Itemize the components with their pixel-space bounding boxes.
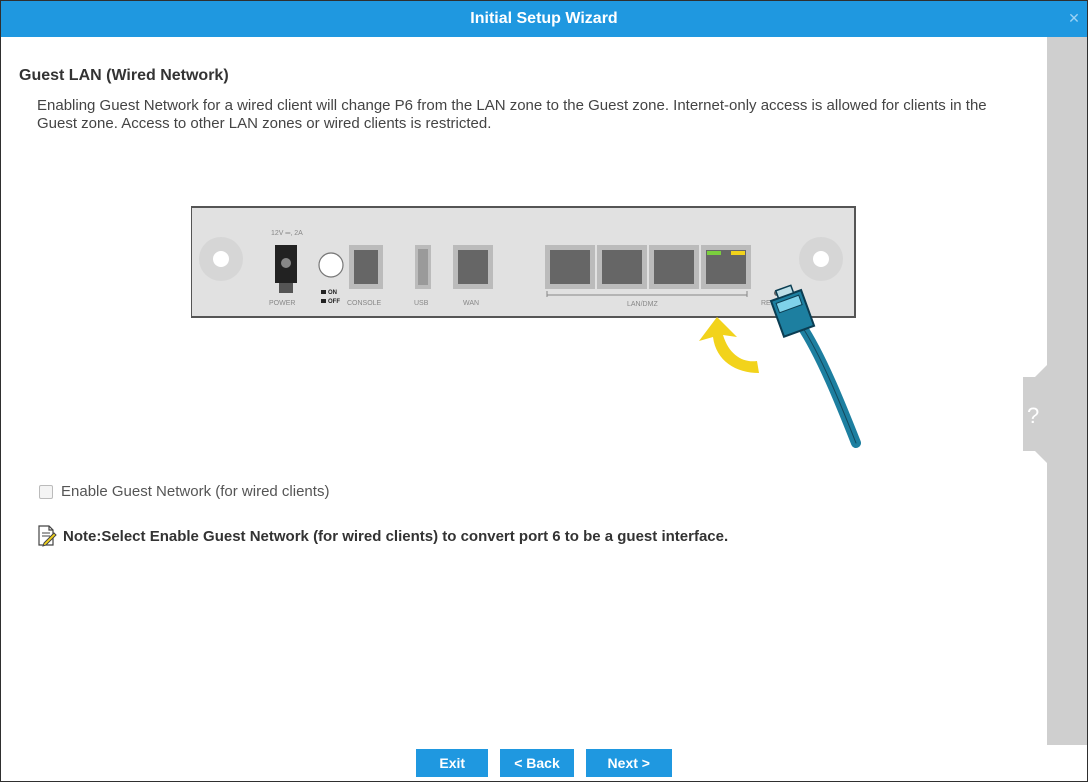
close-icon[interactable]: ✕ — [1067, 11, 1081, 25]
note-edit-icon — [38, 525, 57, 547]
scrollbar[interactable] — [1047, 37, 1087, 745]
help-icon: ? — [1027, 403, 1039, 428]
mount-hole-right-inner — [813, 251, 829, 267]
footer: Exit < Back Next > — [1, 745, 1087, 781]
exit-button[interactable]: Exit — [416, 749, 489, 777]
note-text: Note:Select Enable Guest Network (for wi… — [63, 527, 729, 545]
guest-network-checkbox-row[interactable]: Enable Guest Network (for wired clients) — [39, 483, 329, 500]
power-rating: 12V ═, 2A — [271, 230, 303, 237]
back-button[interactable]: < Back — [500, 749, 574, 777]
window-title: Initial Setup Wizard — [470, 10, 618, 27]
console-label: CONSOLE — [347, 300, 382, 307]
cable-icon — [796, 320, 861, 448]
mount-hole-left-inner — [213, 251, 229, 267]
wan-label: WAN — [463, 300, 479, 307]
switch-on-label: ON — [328, 290, 337, 296]
device-illustration: 12V ═, 2A POWER ON OFF CONSOLE USB WAN L… — [190, 205, 871, 485]
next-button[interactable]: Next > — [585, 749, 672, 777]
titlebar: Initial Setup Wizard ✕ — [1, 1, 1087, 37]
power-switch — [318, 252, 344, 278]
guest-network-checkbox-label: Enable Guest Network (for wired clients) — [61, 483, 330, 500]
guest-network-checkbox[interactable] — [39, 484, 53, 499]
device-svg: 12V ═, 2A POWER ON OFF CONSOLE USB WAN L… — [190, 206, 861, 448]
setup-wizard-window: Initial Setup Wizard ✕ Guest LAN (Wired … — [0, 0, 1088, 782]
content-area: Guest LAN (Wired Network) Enabling Guest… — [1, 37, 1041, 781]
note-row: Note:Select Enable Guest Network (for wi… — [37, 525, 728, 547]
power-label: POWER — [269, 300, 295, 307]
description: Enabling Guest Network for a wired clien… — [37, 97, 987, 132]
usb-label: USB — [414, 300, 429, 307]
switch-off-label: OFF — [328, 299, 340, 305]
help-tab[interactable]: ? — [1023, 365, 1047, 463]
section-title: Guest LAN (Wired Network) — [19, 67, 229, 84]
lan-dmz-label: LAN/DMZ — [627, 301, 658, 308]
arrow-icon — [699, 317, 759, 373]
